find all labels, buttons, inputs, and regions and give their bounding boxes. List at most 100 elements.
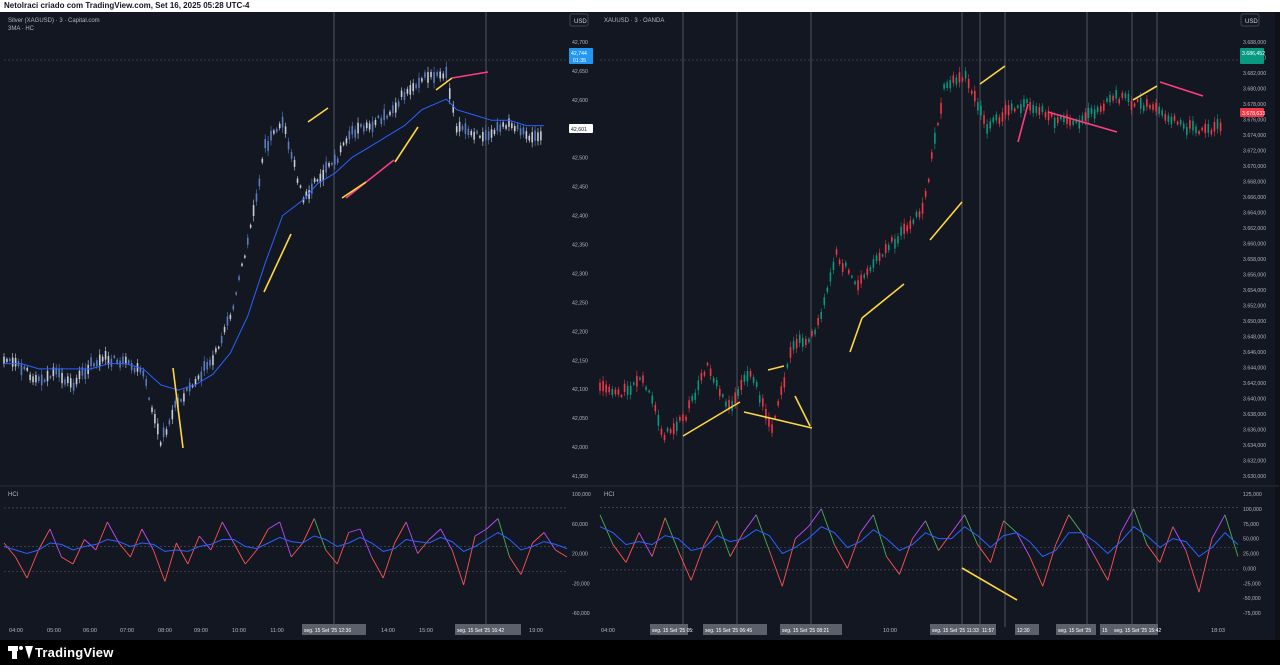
candle-body: [1072, 120, 1074, 125]
candle-body: [464, 123, 467, 134]
time-tick-label: 11:00: [270, 628, 284, 634]
time-highlight-label: seg. 15 Set '25 16:42: [457, 628, 504, 634]
candle-body: [316, 179, 319, 182]
candle-body: [380, 118, 383, 125]
candle-body: [194, 379, 197, 385]
last-price-label: 3.678,633: [1242, 111, 1265, 117]
price-tick-label: 3.636,000: [1243, 428, 1266, 434]
candle-body: [98, 354, 101, 366]
candle-body: [838, 259, 841, 265]
candle-body: [921, 202, 924, 214]
candle-body: [1216, 119, 1219, 129]
candle-body: [725, 401, 727, 407]
candle-body: [734, 392, 736, 404]
right-chart-panel[interactable]: XAUUSD · 3 · OANDAUSD3.688,0003.684,0003…: [596, 12, 1280, 640]
candle-body: [151, 407, 153, 413]
current-price-label: 42,744: [571, 51, 587, 57]
candle-body: [1035, 106, 1038, 113]
candle-body: [1219, 122, 1222, 132]
left-chart-panel[interactable]: Silver (XAGUSD) · 3 · Capital.com 3MA · H…: [0, 12, 613, 640]
candle-body: [1204, 123, 1207, 134]
candle-body: [296, 178, 299, 183]
candle-body: [795, 338, 798, 349]
candle-body: [377, 115, 380, 118]
candle-body: [1041, 106, 1044, 113]
candle-body: [220, 336, 223, 344]
time-tick-label: 04:00: [601, 628, 615, 634]
candle-body: [881, 254, 884, 257]
candle-body: [943, 84, 945, 89]
tradingview-logo[interactable]: TradingView: [8, 644, 114, 661]
price-tick-label: 42,600: [572, 98, 588, 104]
candle-body: [168, 420, 171, 425]
time-tick-label: 05:00: [47, 628, 61, 634]
candle-body: [78, 370, 81, 380]
candle-body: [783, 377, 786, 388]
candle-body: [270, 130, 272, 141]
candle-body: [484, 130, 487, 141]
candle-body: [964, 70, 967, 79]
candle-body: [241, 263, 243, 266]
candle-body: [771, 424, 773, 433]
candle-body: [1152, 104, 1154, 110]
candle-body: [866, 268, 869, 276]
candle-body: [496, 122, 499, 131]
candle-body: [397, 101, 400, 107]
time-tick-label: 10:00: [232, 628, 246, 634]
candle-body: [1056, 117, 1059, 124]
candle-body: [611, 388, 614, 396]
candle-body: [145, 379, 148, 386]
candle-body: [623, 383, 626, 392]
candle-body: [1096, 107, 1099, 112]
price-tick-label: 3.644,000: [1243, 366, 1266, 372]
candle-body: [35, 375, 37, 383]
candle-body: [130, 363, 133, 371]
candle-body: [244, 255, 246, 258]
candle-body: [694, 392, 697, 400]
candle-body: [183, 393, 185, 402]
candle-body: [1038, 107, 1041, 115]
candle-body: [162, 427, 165, 437]
candle-body: [235, 292, 237, 295]
candle-body: [820, 311, 823, 319]
candle-body: [639, 377, 641, 380]
candle-body: [854, 281, 856, 285]
footer-bar: TradingView: [0, 640, 1280, 665]
candle-body: [287, 141, 290, 150]
candle-body: [645, 386, 647, 390]
candle-body: [40, 374, 43, 386]
candle-body: [1164, 113, 1167, 121]
candle-body: [38, 376, 40, 381]
chart-stage: Silver (XAGUSD) · 3 · Capital.com 3MA · H…: [0, 12, 1280, 640]
price-tick-label: 3.654,000: [1243, 288, 1266, 294]
candle-body: [672, 423, 675, 435]
candle-body: [110, 358, 113, 367]
candle-body: [157, 423, 159, 435]
candle-body: [23, 366, 26, 370]
price-tick-label: 42,450: [572, 185, 588, 191]
price-tick-label: 42,200: [572, 329, 588, 335]
candle-body: [934, 132, 936, 144]
candle-body: [737, 389, 740, 396]
candle-body: [669, 429, 672, 433]
candle-body: [226, 316, 229, 326]
candle-body: [1017, 105, 1019, 108]
candle-body: [528, 135, 531, 141]
candle-body: [299, 185, 302, 188]
candle-body: [844, 262, 847, 267]
candle-body: [801, 338, 804, 347]
candle-body: [470, 130, 473, 136]
candle-body: [599, 382, 601, 391]
candle-body: [64, 379, 66, 385]
candle-body: [238, 276, 240, 280]
candle-body: [1001, 112, 1004, 122]
candle-body: [654, 404, 657, 412]
candle-body: [869, 267, 872, 272]
candle-body: [722, 394, 724, 398]
candle-body: [688, 400, 690, 409]
candle-body: [851, 275, 853, 278]
candle-body: [983, 115, 985, 124]
price-tick-label: 3.680,000: [1243, 87, 1266, 93]
candle-body: [679, 416, 681, 421]
candle-body: [406, 88, 409, 94]
